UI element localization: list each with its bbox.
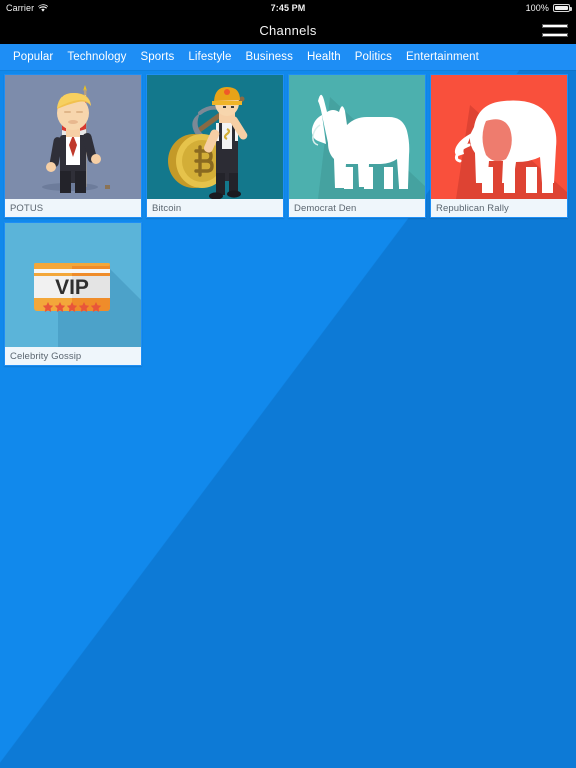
channel-card[interactable]: Bitcoin xyxy=(146,74,284,218)
status-bar-clock: 7:45 PM xyxy=(270,3,306,13)
svg-text:VIP: VIP xyxy=(55,276,89,299)
tab-sports[interactable]: Sports xyxy=(134,44,182,70)
channel-card-label: Democrat Den xyxy=(289,199,425,217)
tab-business[interactable]: Business xyxy=(238,44,299,70)
channel-card[interactable]: Republican Rally xyxy=(430,74,568,218)
democrat-den-thumbnail xyxy=(289,75,425,199)
channel-card[interactable]: Democrat Den xyxy=(288,74,426,218)
tab-health[interactable]: Health xyxy=(300,44,348,70)
republican-rally-thumbnail xyxy=(431,75,567,199)
battery-percent-label: 100% xyxy=(525,3,549,13)
navigation-bar: Channels xyxy=(0,16,576,44)
channel-card-label: Celebrity Gossip xyxy=(5,347,141,365)
channel-card-label: POTUS xyxy=(5,199,141,217)
channel-card[interactable]: VIP Celebrity Gossip xyxy=(4,222,142,366)
celebrity-gossip-thumbnail: VIP xyxy=(5,223,141,347)
channel-card-label: Republican Rally xyxy=(431,199,567,217)
tab-entertainment[interactable]: Entertainment xyxy=(399,44,486,70)
potus-thumbnail xyxy=(5,75,141,199)
wifi-icon xyxy=(38,3,49,13)
bitcoin-thumbnail xyxy=(147,75,283,199)
tab-popular[interactable]: Popular xyxy=(6,44,60,70)
category-tab-bar[interactable]: Popular Technology Sports Lifestyle Business… xyxy=(0,44,576,70)
menu-bar-top xyxy=(542,23,568,28)
tab-politics[interactable]: Politics xyxy=(348,44,399,70)
channel-card[interactable]: POTUS xyxy=(4,74,142,218)
tab-lifestyle[interactable]: Lifestyle xyxy=(181,44,238,70)
hamburger-menu-icon[interactable] xyxy=(538,20,568,40)
menu-bar-bottom xyxy=(542,32,568,37)
status-bar: Carrier 7:45 PM 100% xyxy=(0,0,576,16)
carrier-label: Carrier xyxy=(6,3,35,13)
page-title: Channels xyxy=(259,22,317,38)
battery-full-icon xyxy=(553,4,572,12)
channel-card-label: Bitcoin xyxy=(147,199,283,217)
channel-grid: POTUS Bitcoin Democrat Den Republican Ra… xyxy=(0,70,576,370)
tab-technology[interactable]: Technology xyxy=(60,44,133,70)
